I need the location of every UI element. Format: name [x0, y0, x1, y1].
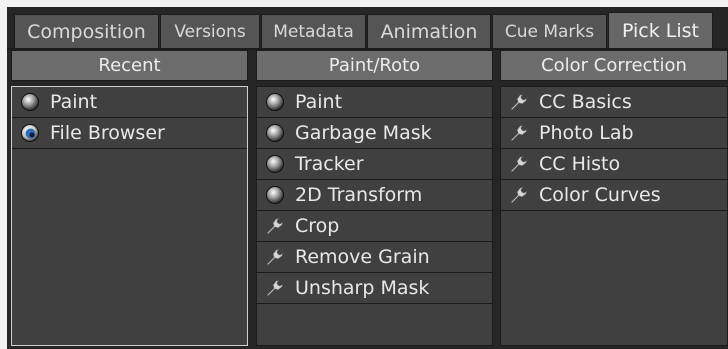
list-item-label: Remove Grain [295, 246, 430, 268]
list-item-label: Paint [50, 91, 98, 113]
list-item-file-browser[interactable]: File Browser [12, 118, 247, 149]
list-item-crop[interactable]: Crop [257, 211, 492, 242]
recent-list[interactable]: Paint File Browser [11, 86, 248, 346]
tab-versions[interactable]: Versions [160, 14, 260, 48]
wrench-icon [265, 247, 285, 267]
list-item-paint[interactable]: Paint [12, 87, 247, 118]
column-header-color-correction: Color Correction [500, 50, 728, 81]
tab-label: Metadata [273, 21, 354, 42]
list-item-photo-lab[interactable]: Photo Lab [501, 118, 727, 149]
list-item-label: Paint [295, 91, 343, 113]
radio-icon [265, 154, 285, 174]
tab-label: Animation [380, 20, 478, 43]
list-item-cc-histo[interactable]: CC Histo [501, 149, 727, 180]
list-item-label: 2D Transform [295, 184, 423, 206]
radio-icon [265, 185, 285, 205]
wrench-icon [265, 216, 285, 236]
column-header-label: Color Correction [541, 55, 687, 76]
list-item-label: Photo Lab [539, 122, 634, 144]
list-item-cc-basics[interactable]: CC Basics [501, 87, 727, 118]
radio-icon [20, 92, 40, 112]
list-item-remove-grain[interactable]: Remove Grain [257, 242, 492, 273]
tab-label: Pick List [621, 19, 700, 42]
column-header-label: Paint/Roto [328, 55, 421, 76]
tab-composition[interactable]: Composition [14, 14, 159, 48]
list-item-color-curves[interactable]: Color Curves [501, 180, 727, 211]
list-item-label: File Browser [50, 122, 165, 144]
list-item-label: Unsharp Mask [295, 277, 430, 299]
column-header-paint-roto: Paint/Roto [256, 50, 493, 81]
tab-label: Versions [174, 21, 246, 42]
tab-animation[interactable]: Animation [367, 14, 491, 48]
paint-roto-list[interactable]: Paint Garbage Mask Tracker 2D Transform … [256, 86, 493, 346]
radio-icon [265, 123, 285, 143]
wrench-icon [265, 278, 285, 298]
list-item-tracker[interactable]: Tracker [257, 149, 492, 180]
list-item-label: Garbage Mask [295, 122, 432, 144]
list-item-unsharp-mask[interactable]: Unsharp Mask [257, 273, 492, 304]
list-item-label: CC Basics [539, 91, 632, 113]
list-item-label: Color Curves [539, 184, 661, 206]
column-header-label: Recent [98, 55, 161, 76]
color-correction-list[interactable]: CC Basics Photo Lab CC Histo Color Curve… [500, 86, 728, 346]
tab-label: Cue Marks [504, 21, 595, 42]
column-header-recent: Recent [11, 50, 248, 81]
wrench-icon [509, 92, 529, 112]
radio-icon [265, 92, 285, 112]
tab-cue-marks[interactable]: Cue Marks [492, 14, 607, 48]
list-item-label: Tracker [295, 153, 364, 175]
pick-list-panel: Composition Versions Metadata Animation … [7, 7, 728, 349]
list-item-2d-transform[interactable]: 2D Transform [257, 180, 492, 211]
wrench-icon [509, 123, 529, 143]
wrench-icon [509, 154, 529, 174]
list-item-garbage-mask[interactable]: Garbage Mask [257, 118, 492, 149]
radio-selected-icon [20, 123, 40, 143]
wrench-icon [509, 185, 529, 205]
list-item-label: CC Histo [539, 153, 621, 175]
tab-pick-list[interactable]: Pick List [608, 12, 713, 48]
tab-label: Composition [27, 20, 146, 43]
list-item-label: Crop [295, 215, 340, 237]
list-item-paint[interactable]: Paint [257, 87, 492, 118]
tab-metadata[interactable]: Metadata [261, 14, 366, 48]
